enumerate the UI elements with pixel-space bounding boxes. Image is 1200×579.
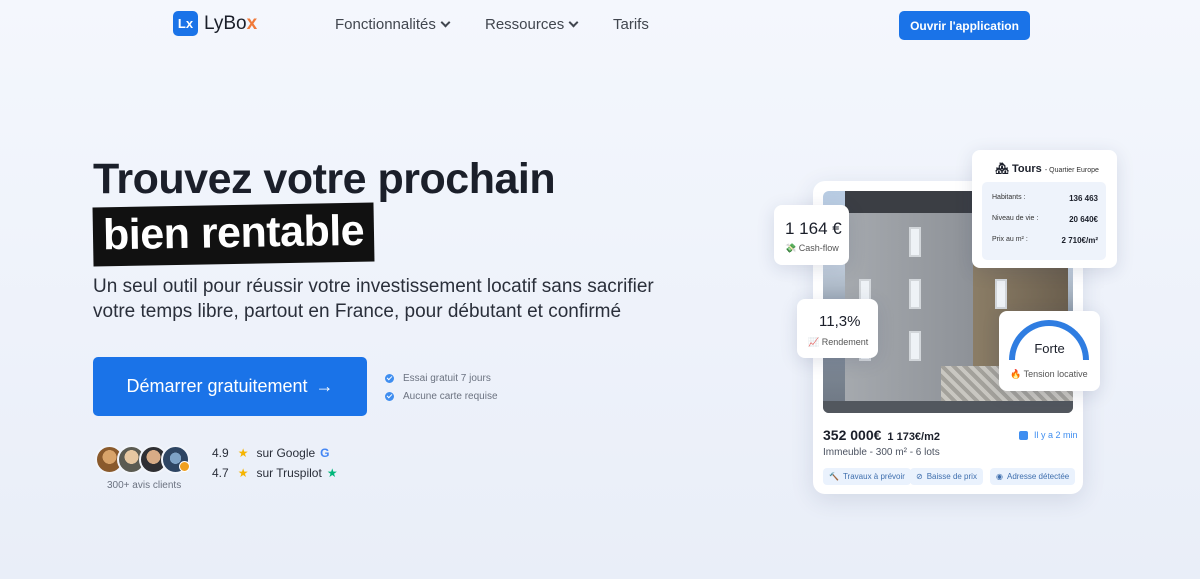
- rendement-label: 📈 Rendement: [808, 337, 868, 348]
- tension-value: Forte: [1034, 341, 1065, 356]
- customer-avatars: [95, 445, 190, 474]
- tag-travaux: 🔨 Travaux à prévoir: [823, 468, 911, 485]
- rating-score: 4.9: [212, 446, 229, 460]
- stat-value: 20 640€: [1069, 215, 1098, 224]
- hero-title-line2: bien rentable: [102, 206, 365, 260]
- chevron-down-icon: [440, 17, 451, 28]
- check-item: Aucune carte requise: [385, 391, 498, 402]
- city-title: 🏘 Tours - Quartier Europe: [995, 162, 1099, 175]
- location-icon: ◉: [996, 472, 1003, 481]
- tag-label: Travaux à prévoir: [842, 472, 905, 481]
- star-icon: ★: [237, 466, 249, 480]
- google-icon: G: [320, 446, 330, 460]
- hero-subtitle: Un seul outil pour réussir votre investi…: [93, 276, 654, 322]
- rating-google: 4.9 ★ sur Google G: [212, 446, 330, 460]
- window: [909, 331, 921, 361]
- nav-item-fonctionnalites[interactable]: Fonctionnalités: [335, 16, 451, 33]
- listing-posted-label: Il y a 2 min: [1034, 430, 1078, 440]
- city-district: - Quartier Europe: [1044, 167, 1099, 174]
- stat-value: 136 463: [1069, 194, 1098, 203]
- stat-label: Niveau de vie :: [992, 215, 1039, 222]
- window: [909, 227, 921, 257]
- listing-posted: Il y a 2 min: [1019, 430, 1078, 440]
- window: [995, 279, 1007, 309]
- start-free-label: Démarrer gratuitement: [126, 376, 308, 396]
- arrow-right-icon: →: [315, 376, 334, 396]
- stat-label: Prix au m² :: [992, 236, 1028, 243]
- hammer-icon: 🔨: [829, 472, 839, 481]
- rendement-value: 11,3%: [819, 313, 861, 330]
- calendar-icon: [1019, 430, 1028, 440]
- ground: [823, 401, 1073, 413]
- rating-score: 4.7: [212, 466, 229, 480]
- city-stats-card: 🏘 Tours - Quartier Europe Habitants : 13…: [972, 150, 1117, 268]
- tag-adresse: ◉ Adresse détectée: [990, 468, 1076, 485]
- tension-label-text: Tension locative: [1023, 369, 1088, 379]
- nav-item-label: Tarifs: [613, 16, 649, 33]
- star-icon: ★: [237, 446, 249, 460]
- money-icon: 💸: [785, 243, 797, 253]
- top-navigation: Lx LyBox Fonctionnalités Ressources Tari…: [0, 0, 1200, 50]
- chart-up-icon: 📈: [808, 337, 820, 347]
- rendement-card: 11,3% 📈 Rendement: [797, 299, 878, 358]
- hero-title-highlight: bien rentable: [92, 202, 375, 267]
- check-label: Aucune carte requise: [403, 391, 498, 402]
- cashflow-card: 1 164 € 💸 Cash-flow: [774, 205, 849, 265]
- rating-source: sur Google: [256, 446, 316, 460]
- cashflow-value: 1 164 €: [785, 219, 842, 238]
- nav-item-label: Fonctionnalités: [335, 16, 436, 33]
- city-stat-row: Niveau de vie : 20 640€: [992, 215, 1098, 224]
- cashflow-label-text: Cash-flow: [798, 243, 839, 253]
- logo-icon: Lx: [173, 11, 198, 36]
- listing-description: Immeuble - 300 m² - 6 lots: [823, 447, 940, 458]
- reviews-caption: 300+ avis clients: [107, 480, 182, 491]
- fire-icon: 🔥: [1010, 369, 1022, 379]
- cashflow-label: 💸 Cash-flow: [785, 243, 839, 254]
- rating-trustpilot: 4.7 ★ sur Truspilot ★: [212, 466, 338, 480]
- nav-item-tarifs[interactable]: Tarifs: [613, 16, 649, 33]
- tag-label: Adresse détectée: [1006, 472, 1070, 481]
- logo[interactable]: Lx LyBox: [173, 11, 257, 36]
- city-stat-row: Prix au m² : 2 710€/m²: [992, 236, 1098, 245]
- city-stats-box: Habitants : 136 463 Niveau de vie : 20 6…: [982, 182, 1106, 260]
- chevron-down-icon: [568, 17, 579, 28]
- tag-baisse-prix: ⊘ Baisse de prix: [910, 468, 983, 485]
- listing-price-m2: 1 173€/m2: [887, 431, 941, 443]
- houses-icon: 🏘: [995, 163, 1009, 175]
- listing-price-row: 352 000€ 1 173€/m2: [823, 427, 940, 443]
- open-app-button[interactable]: Ouvrir l'application: [899, 11, 1030, 40]
- nav-item-ressources[interactable]: Ressources: [485, 16, 579, 33]
- price-drop-icon: ⊘: [916, 472, 923, 481]
- start-free-button[interactable]: Démarrer gratuitement →: [93, 357, 367, 416]
- badge-icon: [179, 461, 190, 472]
- trustpilot-icon: ★: [326, 466, 338, 480]
- check-icon: [385, 374, 394, 383]
- city-name: Tours: [1012, 163, 1042, 175]
- listing-price: 352 000€: [823, 427, 882, 443]
- stat-label: Habitants :: [992, 194, 1026, 201]
- stat-value: 2 710€/m²: [1061, 236, 1098, 245]
- rendement-label-text: Rendement: [821, 337, 869, 347]
- city-stat-row: Habitants : 136 463: [992, 194, 1098, 203]
- check-label: Essai gratuit 7 jours: [403, 373, 491, 384]
- hero-title-line1: Trouvez votre prochain: [93, 155, 556, 203]
- check-icon: [385, 392, 394, 401]
- nav-item-label: Ressources: [485, 16, 565, 33]
- tension-label: 🔥 Tension locative: [1010, 369, 1088, 380]
- rating-source: sur Truspilot: [256, 466, 322, 480]
- check-item: Essai gratuit 7 jours: [385, 373, 491, 384]
- tension-card: Forte 🔥 Tension locative: [999, 311, 1100, 391]
- window: [909, 279, 921, 309]
- tag-label: Baisse de prix: [926, 472, 977, 481]
- logo-text: LyBox: [204, 12, 258, 34]
